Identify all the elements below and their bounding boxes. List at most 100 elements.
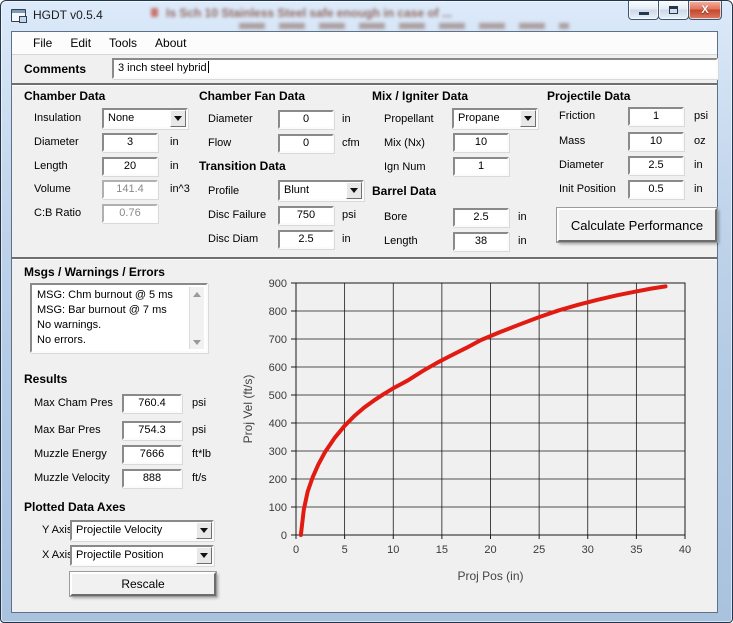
mix-igniter-data-title: Mix / Igniter Data — [372, 89, 468, 103]
comments-input[interactable]: 3 inch steel hybrid — [112, 58, 718, 79]
messages-scrollbar[interactable] — [189, 287, 204, 349]
cb-ratio-field: 0.76 — [102, 204, 158, 223]
barrel-length-label: Length — [384, 235, 418, 247]
rescale-button[interactable]: Rescale — [70, 572, 216, 596]
message-line: No errors. — [37, 333, 186, 348]
svg-text:10: 10 — [387, 544, 399, 556]
init-position-field[interactable]: 0.5 — [628, 180, 684, 199]
fan-diameter-unit: in — [342, 113, 351, 125]
y-axis-combobox[interactable]: Projectile Velocity — [70, 520, 214, 541]
menu-item-about[interactable]: About — [146, 33, 195, 53]
comments-label: Comments — [24, 62, 86, 76]
muzzle-energy-unit: ft*lb — [192, 448, 211, 460]
y-axis-label: Y Axis — [42, 524, 72, 536]
results-title: Results — [24, 372, 67, 386]
message-line: No warnings. — [37, 318, 186, 333]
muzzle-velocity-unit: ft/s — [192, 472, 207, 484]
chevron-down-icon[interactable] — [346, 182, 362, 199]
flow-label: Flow — [208, 137, 231, 149]
background-bleed-decoration — [239, 23, 569, 29]
client-area: File Edit Tools About Comments 3 inch st… — [11, 31, 718, 613]
message-line: MSG: Bar burnout @ 7 ms — [37, 303, 186, 318]
chamber-length-label: Length — [34, 160, 68, 172]
chamber-diameter-unit: in — [170, 136, 179, 148]
messages-listbox[interactable]: MSG: Chm burnout @ 5 ms MSG: Bar burnout… — [30, 283, 208, 353]
svg-text:25: 25 — [533, 544, 545, 556]
mass-field[interactable]: 10 — [628, 132, 684, 151]
barrel-data-title: Barrel Data — [372, 184, 436, 198]
maximize-button[interactable] — [658, 1, 689, 20]
text-cursor — [208, 61, 209, 73]
svg-text:800: 800 — [269, 306, 287, 318]
svg-text:900: 900 — [269, 278, 287, 290]
chamber-fan-data-title: Chamber Fan Data — [199, 89, 305, 103]
mix-nx-label: Mix (Nx) — [384, 137, 425, 149]
chevron-down-icon[interactable] — [196, 522, 212, 539]
projectile-diameter-field[interactable]: 2.5 — [628, 156, 684, 175]
window-title: HGDT v0.5.4 — [33, 8, 103, 22]
disc-diam-label: Disc Diam — [208, 233, 258, 245]
minimize-button[interactable] — [628, 1, 659, 20]
volume-unit: in^3 — [170, 183, 190, 195]
svg-text:400: 400 — [269, 418, 287, 430]
chevron-down-icon[interactable] — [170, 110, 186, 127]
velocity-position-chart: 0510152025303540010020030040050060070080… — [238, 266, 718, 601]
bleed-dot-icon — [151, 8, 158, 17]
window-controls: X — [629, 1, 722, 20]
disc-diam-field[interactable]: 2.5 — [278, 230, 334, 249]
background-bleed-text: Is Sch 10 Stainless Steel safe enough in… — [151, 6, 591, 20]
friction-field[interactable]: 1 — [628, 107, 684, 126]
menu-item-edit[interactable]: Edit — [61, 33, 100, 53]
chamber-diameter-field[interactable]: 3 — [102, 133, 158, 152]
max-cham-pres-unit: psi — [192, 397, 206, 409]
disc-failure-field[interactable]: 750 — [278, 206, 334, 225]
projectile-data-title: Projectile Data — [547, 89, 630, 103]
bore-label: Bore — [384, 211, 407, 223]
volume-label: Volume — [34, 183, 71, 195]
insulation-label: Insulation — [34, 112, 81, 124]
barrel-length-unit: in — [518, 235, 527, 247]
max-cham-pres-field[interactable]: 760.4 — [122, 394, 182, 413]
calculate-performance-button[interactable]: Calculate Performance — [557, 208, 717, 242]
svg-text:30: 30 — [582, 544, 594, 556]
svg-text:0: 0 — [293, 544, 299, 556]
scroll-up-button[interactable] — [190, 287, 204, 301]
svg-text:300: 300 — [269, 446, 287, 458]
menu-item-tools[interactable]: Tools — [100, 33, 146, 53]
scroll-down-icon — [193, 340, 201, 345]
svg-text:600: 600 — [269, 362, 287, 374]
chamber-length-unit: in — [170, 160, 179, 172]
fan-diameter-field[interactable]: 0 — [278, 110, 334, 129]
svg-text:35: 35 — [630, 544, 642, 556]
muzzle-velocity-field[interactable]: 888 — [122, 469, 182, 488]
init-position-label: Init Position — [559, 183, 616, 195]
muzzle-energy-field[interactable]: 7666 — [122, 445, 182, 464]
disc-failure-unit: psi — [342, 209, 356, 221]
barrel-length-field[interactable]: 38 — [453, 232, 509, 251]
close-button[interactable]: X — [688, 1, 722, 20]
chevron-down-icon[interactable] — [520, 110, 536, 127]
menu-item-file[interactable]: File — [24, 33, 61, 53]
ign-num-field[interactable]: 1 — [453, 157, 509, 176]
chamber-length-field[interactable]: 20 — [102, 157, 158, 176]
max-bar-pres-field[interactable]: 754.3 — [122, 421, 182, 440]
propellant-combobox[interactable]: Propane — [452, 108, 538, 129]
mix-nx-field[interactable]: 10 — [453, 133, 509, 152]
scroll-up-icon — [193, 292, 201, 297]
bore-unit: in — [518, 211, 527, 223]
x-axis-combobox[interactable]: Projectile Position — [70, 545, 214, 566]
svg-text:200: 200 — [269, 474, 287, 486]
svg-text:5: 5 — [342, 544, 348, 556]
flow-field[interactable]: 0 — [278, 134, 334, 153]
max-bar-pres-unit: psi — [192, 424, 206, 436]
scroll-down-button[interactable] — [190, 335, 204, 349]
insulation-combobox[interactable]: None — [102, 108, 188, 129]
disc-diam-unit: in — [342, 233, 351, 245]
svg-text:40: 40 — [679, 544, 691, 556]
disc-failure-label: Disc Failure — [208, 209, 266, 221]
chevron-down-icon[interactable] — [196, 547, 212, 564]
profile-combobox[interactable]: Blunt — [278, 180, 364, 201]
projectile-diameter-label: Diameter — [559, 159, 604, 171]
bore-field[interactable]: 2.5 — [453, 208, 509, 227]
svg-text:Proj Vel (ft/s): Proj Vel (ft/s) — [241, 375, 255, 444]
